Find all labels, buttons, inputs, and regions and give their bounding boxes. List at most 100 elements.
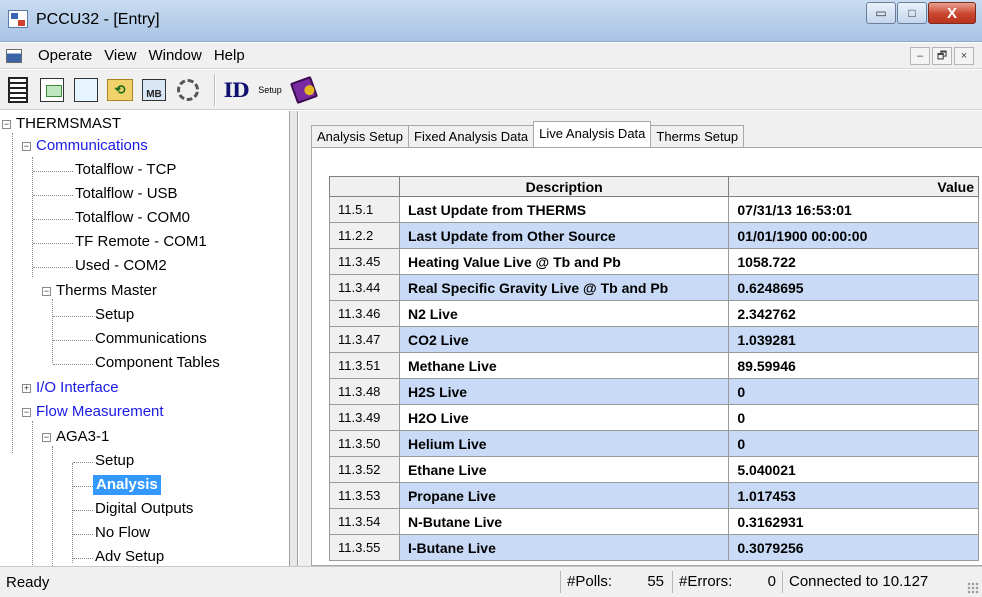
meter-button[interactable] xyxy=(4,75,32,105)
tree-item-communications[interactable]: Communications xyxy=(36,136,148,156)
mdi-close-button[interactable]: × xyxy=(954,47,974,65)
tree-item-digital-outputs[interactable]: Digital Outputs xyxy=(95,499,193,519)
collapse-toggle-icon[interactable]: − xyxy=(42,287,51,296)
tree-root-thermsmast[interactable]: THERMSMAST xyxy=(16,114,121,134)
entry-button[interactable] xyxy=(38,75,66,105)
folder-button[interactable]: ⟲ xyxy=(106,75,134,105)
tree-item-therms-communications[interactable]: Communications xyxy=(95,329,207,349)
tree-item-therms-master[interactable]: Therms Master xyxy=(56,281,157,301)
tab-live-analysis-data[interactable]: Live Analysis Data xyxy=(533,121,652,147)
description-cell: Heating Value Live @ Tb and Pb xyxy=(398,248,730,275)
id-button[interactable]: ID xyxy=(222,75,250,105)
mb-button[interactable]: MB xyxy=(140,75,168,105)
value-cell[interactable]: 0 xyxy=(728,430,979,457)
table-row[interactable]: 11.3.46 N2 Live 2.342762 xyxy=(329,300,979,327)
maximize-icon: □ xyxy=(908,6,916,20)
value-cell[interactable]: 07/31/13 16:53:01 xyxy=(728,196,979,223)
table-row[interactable]: 11.3.55 I-Butane Live 0.3079256 xyxy=(329,534,979,561)
table-row[interactable]: 11.3.47 CO2 Live 1.039281 xyxy=(329,326,979,353)
header-description[interactable]: Description xyxy=(398,176,730,197)
tree-item-no-flow[interactable]: No Flow xyxy=(95,523,150,543)
collapse-toggle-icon[interactable]: − xyxy=(22,408,31,417)
collapse-toggle-icon[interactable]: − xyxy=(2,120,11,129)
tree-item-totalflow-com0[interactable]: Totalflow - COM0 xyxy=(75,208,190,228)
close-button[interactable]: X xyxy=(928,2,976,24)
table-row[interactable]: 11.3.49 H2O Live 0 xyxy=(329,404,979,431)
tree-item-aga3-1[interactable]: AGA3-1 xyxy=(56,427,109,447)
value-cell[interactable]: 0.3162931 xyxy=(728,508,979,535)
value-cell[interactable]: 2.342762 xyxy=(728,300,979,327)
value-cell[interactable]: 0.3079256 xyxy=(728,534,979,561)
toolbar: ⟲ MB ID Setup xyxy=(0,70,982,110)
setup-button[interactable]: Setup xyxy=(256,75,284,105)
menu-help[interactable]: Help xyxy=(208,47,251,64)
tree-scrollbar[interactable] xyxy=(290,111,298,566)
value-cell[interactable]: 5.040021 xyxy=(728,456,979,483)
toolbar-separator xyxy=(214,73,216,106)
menu-window[interactable]: Window xyxy=(142,47,207,64)
data-grid: Description Value 11.5.1 Last Update from… xyxy=(329,176,979,568)
header-value[interactable]: Value xyxy=(728,176,979,197)
value-cell[interactable]: 1.017453 xyxy=(728,482,979,509)
table-row[interactable]: 11.5.1 Last Update from THERMS 07/31/13 16… xyxy=(329,196,979,223)
row-id-cell: 11.3.55 xyxy=(329,534,400,561)
tree-item-totalflow-usb[interactable]: Totalflow - USB xyxy=(75,184,178,204)
tree-item-aga-setup[interactable]: Setup xyxy=(95,451,134,471)
tree-item-flow-measurement[interactable]: Flow Measurement xyxy=(36,402,164,422)
description-cell: Methane Live xyxy=(398,352,730,379)
row-id-cell: 11.2.2 xyxy=(329,222,400,249)
collect-icon xyxy=(74,77,98,102)
value-cell[interactable]: 1.039281 xyxy=(728,326,979,353)
mdi-minimize-button[interactable]: – xyxy=(910,47,930,65)
mdi-restore-button[interactable]: 🗗 xyxy=(932,47,952,65)
row-id-cell: 11.3.49 xyxy=(329,404,400,431)
table-row[interactable]: 11.3.50 Helium Live 0 xyxy=(329,430,979,457)
tree-item-analysis-selected[interactable]: Analysis xyxy=(93,475,161,495)
errors-label: #Errors: xyxy=(679,573,733,590)
value-cell[interactable]: 89.59946 xyxy=(728,352,979,379)
status-bar: Ready #Polls: 55 #Errors: 0 Connected to… xyxy=(0,566,982,597)
polls-value: 55 xyxy=(647,573,664,590)
collapse-toggle-icon[interactable]: − xyxy=(22,142,31,151)
maximize-button[interactable]: □ xyxy=(897,2,927,24)
title-bar: PCCU32 - [Entry] ▭ □ X xyxy=(0,0,982,42)
table-row[interactable]: 11.2.2 Last Update from Other Source 01/01… xyxy=(329,222,979,249)
table-row[interactable]: 11.3.53 Propane Live 1.017453 xyxy=(329,482,979,509)
table-row[interactable]: 11.3.51 Methane Live 89.59946 xyxy=(329,352,979,379)
tree-item-totalflow-tcp[interactable]: Totalflow - TCP xyxy=(75,160,176,180)
menu-bar: Operate View Window Help – 🗗 × xyxy=(0,43,982,69)
value-cell[interactable]: 0.6248695 xyxy=(728,274,979,301)
tree-item-adv-setup[interactable]: Adv Setup xyxy=(95,547,164,566)
tree-item-component-tables[interactable]: Component Tables xyxy=(95,353,220,373)
document-menu-icon[interactable] xyxy=(6,48,22,63)
value-cell[interactable]: 0 xyxy=(728,404,979,431)
table-row[interactable]: 11.3.54 N-Butane Live 0.3162931 xyxy=(329,508,979,535)
tab-fixed-analysis-data[interactable]: Fixed Analysis Data xyxy=(408,125,535,147)
tab-analysis-setup[interactable]: Analysis Setup xyxy=(311,125,409,147)
gear-button[interactable] xyxy=(174,75,202,105)
collect-button[interactable] xyxy=(72,75,100,105)
help-book-button[interactable] xyxy=(289,75,319,105)
navigation-tree: − THERMSMAST − Communications Totalflow … xyxy=(0,111,290,566)
tree-item-io-interface[interactable]: I/O Interface xyxy=(36,378,119,398)
value-cell[interactable]: 01/01/1900 00:00:00 xyxy=(728,222,979,249)
expand-toggle-icon[interactable]: + xyxy=(22,384,31,393)
menu-view[interactable]: View xyxy=(98,47,142,64)
collapse-toggle-icon[interactable]: − xyxy=(42,433,51,442)
menu-operate[interactable]: Operate xyxy=(32,47,98,64)
minimize-button[interactable]: ▭ xyxy=(866,2,896,24)
row-id-cell: 11.3.45 xyxy=(329,248,400,275)
value-cell[interactable]: 0 xyxy=(728,378,979,405)
tree-item-tf-remote-com1[interactable]: TF Remote - COM1 xyxy=(75,232,207,252)
table-row[interactable]: 11.3.48 H2S Live 0 xyxy=(329,378,979,405)
tab-therms-setup[interactable]: Therms Setup xyxy=(650,125,745,147)
tree-item-used-com2[interactable]: Used - COM2 xyxy=(75,256,167,276)
table-row[interactable]: 11.3.45 Heating Value Live @ Tb and Pb 105… xyxy=(329,248,979,275)
value-cell[interactable]: 1058.722 xyxy=(728,248,979,275)
table-row[interactable]: 11.3.44 Real Specific Gravity Live @ Tb a… xyxy=(329,274,979,301)
tree-item-therms-setup[interactable]: Setup xyxy=(95,305,134,325)
table-row[interactable]: 11.3.52 Ethane Live 5.040021 xyxy=(329,456,979,483)
row-id-cell: 11.3.44 xyxy=(329,274,400,301)
row-id-cell: 11.3.46 xyxy=(329,300,400,327)
resize-grip-icon[interactable] xyxy=(967,582,979,594)
